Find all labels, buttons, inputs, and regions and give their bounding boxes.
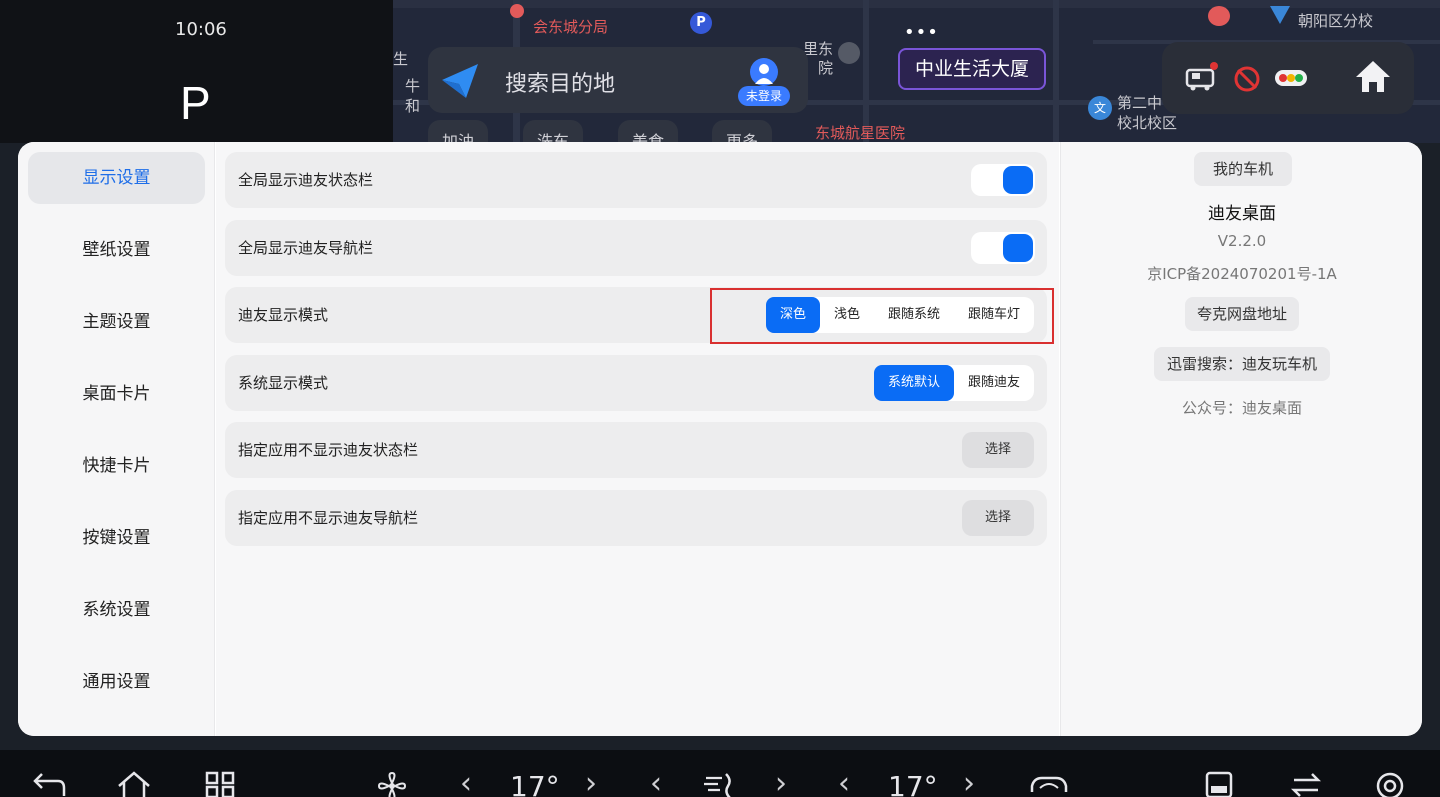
- car-status-icon[interactable]: [1184, 62, 1218, 92]
- school-pin-icon[interactable]: 文: [1088, 96, 1112, 120]
- setting-label: 系统显示模式: [238, 373, 329, 392]
- fan-icon[interactable]: [375, 770, 409, 797]
- wechat-account: 公众号：迪友桌面: [1181, 399, 1302, 417]
- xunlei-search-button[interactable]: 迅雷搜索：迪友玩车机: [1154, 347, 1330, 381]
- airflow-mode-icon[interactable]: [702, 770, 738, 797]
- segmented-control: 系统默认 跟随迪友: [873, 364, 1034, 401]
- map-label: 东城航星医院: [815, 124, 906, 142]
- sidebar-item-7[interactable]: 通用设置: [28, 656, 205, 708]
- airflow-prev-button[interactable]: ‹: [650, 766, 662, 797]
- right-temperature: 17°: [888, 770, 938, 797]
- car-recirculation-icon[interactable]: [1028, 770, 1070, 797]
- settings-panel: 显示设置壁纸设置主题设置桌面卡片快捷卡片按键设置系统设置通用设置 全局显示迪友状…: [18, 142, 1422, 736]
- login-label: 未登录: [738, 86, 790, 106]
- home-icon[interactable]: [1354, 58, 1392, 94]
- highlight-annotation-box: [710, 288, 1054, 344]
- setting-row: 指定应用不显示迪友导航栏 选择: [225, 489, 1047, 546]
- map-label: 朝阳区分校: [1298, 12, 1374, 30]
- setting-row: 系统显示模式 系统默认 跟随迪友: [225, 354, 1047, 411]
- map-label: 和: [405, 97, 421, 115]
- sidebar-item-1[interactable]: 壁纸设置: [28, 224, 205, 276]
- navigation-arrow-icon[interactable]: [438, 58, 482, 102]
- police-pin-icon[interactable]: [510, 4, 524, 18]
- map-label: 里东: [803, 40, 834, 58]
- my-car-button[interactable]: 我的车机: [1194, 152, 1292, 186]
- gear-indicator: P: [180, 77, 211, 129]
- hotspot-off-icon[interactable]: [1232, 64, 1262, 94]
- setting-label: 指定应用不显示迪友导航栏: [238, 508, 419, 527]
- climate-bar: ‹ 17° › ‹ › ‹ 17° ›: [0, 750, 1440, 797]
- apps-grid-icon[interactable]: [204, 770, 236, 797]
- map-label: 生: [393, 50, 409, 68]
- map-label: 第二中: [1117, 94, 1163, 112]
- home-nav-icon[interactable]: [116, 770, 152, 797]
- clock: 10:06: [175, 19, 227, 40]
- select-button[interactable]: 选择: [962, 432, 1034, 468]
- right-temp-down-button[interactable]: ‹: [838, 766, 850, 797]
- destination-chip[interactable]: 中业生活大厦: [898, 48, 1046, 90]
- setting-row: 指定应用不显示迪友状态栏 选择: [225, 422, 1047, 478]
- status-pill[interactable]: [1162, 42, 1414, 114]
- map-label: 院: [818, 59, 834, 77]
- signal-dots: •••: [904, 22, 939, 43]
- sidebar-item-2[interactable]: 主题设置: [28, 296, 205, 348]
- left-temp-up-button[interactable]: ›: [585, 766, 597, 797]
- setting-label: 迪友显示模式: [238, 306, 329, 324]
- hospital-pin-icon[interactable]: [1208, 6, 1230, 26]
- sidebar-item-4[interactable]: 快捷卡片: [28, 440, 205, 492]
- left-temperature: 17°: [510, 770, 560, 797]
- parking-pin-icon[interactable]: P: [690, 12, 712, 34]
- switch-icon[interactable]: [1288, 770, 1324, 797]
- toggle-knob: [1003, 233, 1033, 262]
- left-temp-down-button[interactable]: ‹: [460, 766, 472, 797]
- icp-record: 京ICP备2024070201号-1A: [1147, 265, 1337, 283]
- setting-row: 全局显示迪友状态栏: [225, 152, 1047, 208]
- setting-label: 全局显示迪友状态栏: [238, 171, 374, 189]
- status-column: 10:06 P: [0, 0, 393, 143]
- back-icon[interactable]: [32, 770, 68, 796]
- settings-sidebar: 显示设置壁纸设置主题设置桌面卡片快捷卡片按键设置系统设置通用设置: [18, 142, 215, 736]
- right-temp-up-button[interactable]: ›: [963, 766, 975, 797]
- quark-link-button[interactable]: 夸克网盘地址: [1185, 297, 1299, 331]
- app-name: 迪友桌面: [1208, 204, 1276, 224]
- about-panel: 我的车机 迪友桌面 V2.2.0 京ICP备2024070201号-1A 夸克网…: [1060, 142, 1422, 736]
- user-avatar-icon: [750, 58, 778, 86]
- sidebar-item-6[interactable]: 系统设置: [28, 584, 205, 636]
- settings-gear-icon[interactable]: [1372, 770, 1408, 797]
- map-label: 牛: [405, 77, 421, 95]
- map-label: 会东城分局: [533, 18, 609, 36]
- settings-content: 全局显示迪友状态栏 全局显示迪友导航栏 迪友显示模式 深色 浅色 跟随系统 跟随车灯 系统显示…: [216, 142, 1059, 736]
- segment-option[interactable]: 系统默认: [873, 364, 954, 401]
- app-version: V2.2.0: [1217, 232, 1267, 250]
- airflow-next-button[interactable]: ›: [775, 766, 787, 797]
- poi-pin-icon[interactable]: [838, 42, 860, 64]
- setting-row: 全局显示迪友导航栏: [225, 219, 1047, 276]
- search-input[interactable]: 搜索目的地: [505, 66, 615, 98]
- setting-label: 全局显示迪友导航栏: [238, 238, 374, 257]
- sidebar-item-0[interactable]: 显示设置: [28, 152, 205, 204]
- login-button[interactable]: 未登录: [738, 58, 790, 106]
- toggle-switch[interactable]: [971, 164, 1035, 196]
- sidebar-item-3[interactable]: 桌面卡片: [28, 368, 205, 420]
- toggle-knob: [1003, 166, 1033, 194]
- traffic-light-icon[interactable]: [1274, 68, 1308, 88]
- select-button[interactable]: 选择: [962, 499, 1034, 536]
- toggle-switch[interactable]: [971, 231, 1035, 264]
- segment-option[interactable]: 跟随迪友: [954, 365, 1034, 401]
- seat-heat-icon[interactable]: [1204, 770, 1234, 797]
- map-label: 校北校区: [1117, 114, 1178, 132]
- sidebar-item-5[interactable]: 按键设置: [28, 512, 205, 564]
- setting-label: 指定应用不显示迪友状态栏: [238, 441, 419, 459]
